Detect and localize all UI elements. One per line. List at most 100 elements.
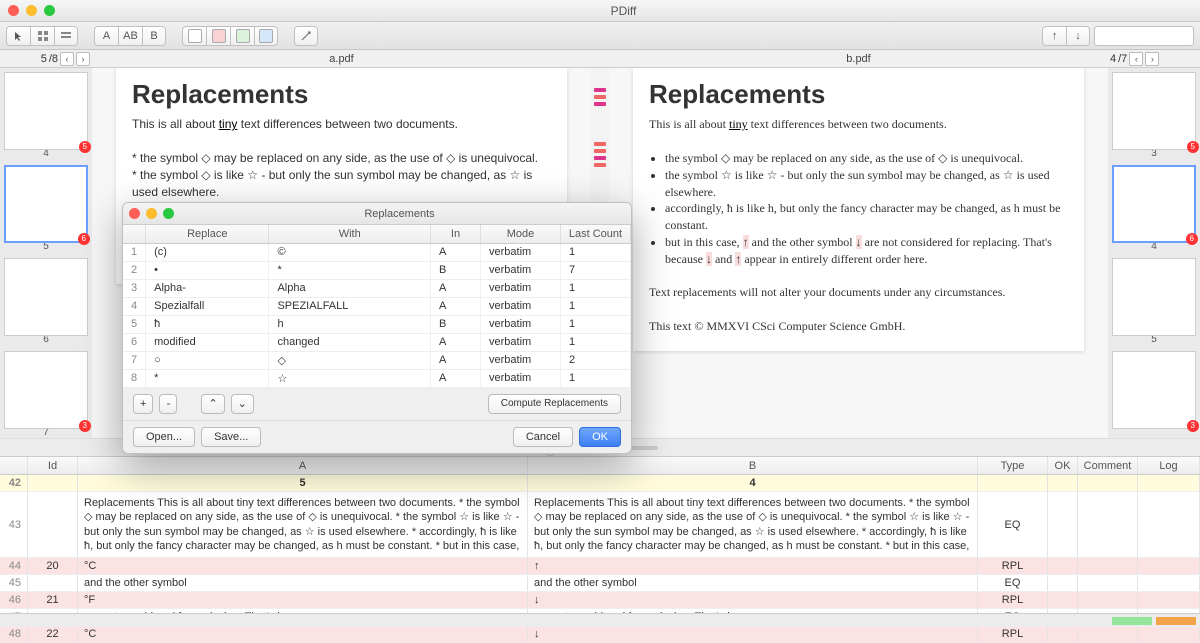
diff-row[interactable]: 45and the other symboland the other symb…: [0, 575, 1200, 592]
thumbnail[interactable]: 5: [1112, 72, 1196, 150]
replacement-row[interactable]: 5ħhBverbatim1: [123, 315, 631, 333]
bullet-line: the symbol ◇ may be replaced on any side…: [665, 150, 1068, 167]
bullet-line: the symbol ☆ is like ☆ - but only the su…: [665, 167, 1068, 201]
nav-down-button[interactable]: ↓: [1066, 26, 1090, 46]
diff-row[interactable]: 4621°F↓RPL: [0, 592, 1200, 609]
thumbnail[interactable]: 5: [4, 72, 88, 150]
thumbnail[interactable]: 6: [4, 165, 88, 243]
add-row-button[interactable]: +: [133, 394, 153, 414]
right-bullets: the symbol ◇ may be replaced on any side…: [649, 150, 1068, 268]
right-document-view[interactable]: Replacements This is all about tiny text…: [609, 68, 1108, 438]
status-bar: [0, 613, 1200, 627]
diff-badge: 3: [1187, 420, 1199, 432]
diff-row[interactable]: 43Replacements This is all about tiny te…: [0, 492, 1200, 558]
mode-a[interactable]: A: [94, 26, 118, 46]
zoom-window[interactable]: [44, 5, 55, 16]
thumbnail[interactable]: [4, 258, 88, 336]
diff-badge: 6: [1186, 233, 1198, 245]
swatch-white[interactable]: [182, 26, 206, 46]
color-square-icon: [259, 29, 273, 43]
tiny-link[interactable]: tiny: [729, 117, 748, 131]
window-controls: [8, 5, 55, 16]
color-square-icon: [236, 29, 250, 43]
left-page-title: Replacements: [132, 76, 551, 112]
remove-row-button[interactable]: -: [159, 394, 177, 414]
mode-b[interactable]: B: [142, 26, 166, 46]
thumbnail[interactable]: 3: [1112, 351, 1196, 429]
diff-row[interactable]: 4254: [0, 475, 1200, 492]
right-doc-name: b.pdf: [609, 53, 1108, 65]
left-doc-name: a.pdf: [92, 53, 591, 65]
search-input[interactable]: [1094, 26, 1194, 46]
diff-badge: 3: [79, 420, 91, 432]
diff-badge: 5: [1187, 141, 1199, 153]
right-prev-page[interactable]: ‹: [1129, 52, 1143, 66]
diff-row[interactable]: 4822°C↓RPL: [0, 626, 1200, 643]
color-square-icon: [212, 29, 226, 43]
diff-table-header: Id A B Type OK Comment Log: [0, 457, 1200, 475]
right-subtitle: This is all about tiny text differences …: [649, 116, 1068, 133]
right-page-number: 4: [1110, 53, 1116, 65]
minimize-window[interactable]: [26, 5, 37, 16]
thumbnail[interactable]: 3: [4, 351, 88, 429]
replacement-row[interactable]: 6modifiedchangedAverbatim1: [123, 333, 631, 351]
dialog-close[interactable]: [129, 208, 140, 219]
move-up-button[interactable]: ⌃: [201, 394, 224, 414]
window-title: PDiff: [55, 4, 1192, 18]
left-prev-page[interactable]: ‹: [60, 52, 74, 66]
dialog-zoom[interactable]: [163, 208, 174, 219]
thumbnail[interactable]: [1112, 258, 1196, 336]
compute-button[interactable]: Compute Replacements: [488, 394, 621, 414]
replacement-row[interactable]: 1(c)©Averbatim1: [123, 243, 631, 261]
ok-button[interactable]: OK: [579, 427, 621, 447]
color-square-icon: [188, 29, 202, 43]
grid-tool[interactable]: [30, 26, 54, 46]
left-page-total: /8: [49, 53, 58, 65]
right-page-total: /7: [1118, 53, 1127, 65]
thumbnail[interactable]: 6: [1112, 165, 1196, 243]
right-page: Replacements This is all about tiny text…: [633, 68, 1084, 351]
replacement-row[interactable]: 3Alpha-AlphaAverbatim1: [123, 279, 631, 297]
tiny-link[interactable]: tiny: [219, 117, 238, 131]
close-window[interactable]: [8, 5, 19, 16]
left-subtitle: This is all about tiny text differences …: [132, 116, 551, 133]
replacements-table[interactable]: Replace With In Mode Last Count 1(c)©Ave…: [123, 225, 631, 388]
dialog-title: Replacements: [174, 208, 625, 220]
status-orange: [1156, 617, 1196, 625]
open-button[interactable]: Open...: [133, 427, 195, 447]
titlebar: PDiff: [0, 0, 1200, 22]
pointer-tool[interactable]: [6, 26, 30, 46]
page-header-row: 5 /8 ‹ › a.pdf b.pdf 4 /7 ‹ ›: [0, 50, 1200, 68]
right-line5: Text replacements will not alter your do…: [649, 284, 1068, 301]
wand-tool[interactable]: [294, 26, 318, 46]
nav-up-button[interactable]: ↑: [1042, 26, 1066, 46]
diff-badge: 6: [78, 233, 90, 245]
cancel-button[interactable]: Cancel: [513, 427, 573, 447]
toolbar: A AB B ↑ ↓: [0, 22, 1200, 50]
right-next-page[interactable]: ›: [1145, 52, 1159, 66]
list-tool[interactable]: [54, 26, 78, 46]
status-green: [1112, 617, 1152, 625]
replacement-row[interactable]: 4SpezialfallSPEZIALFALLAverbatim1: [123, 297, 631, 315]
replacement-row[interactable]: 7○◇Averbatim2: [123, 351, 631, 369]
left-thumbnail-strip: 5465637: [0, 68, 92, 438]
bullet-line: but in this case, ↑ and the other symbol…: [665, 234, 1068, 268]
move-down-button[interactable]: ⌄: [231, 394, 254, 414]
swatch-pink[interactable]: [206, 26, 230, 46]
left-page-number: 5: [41, 53, 47, 65]
swatch-blue[interactable]: [254, 26, 278, 46]
bullet-line: accordingly, ħ is like h, but only the f…: [665, 200, 1068, 234]
diff-badge: 5: [79, 141, 91, 153]
left-next-page[interactable]: ›: [76, 52, 90, 66]
swatch-green[interactable]: [230, 26, 254, 46]
save-button[interactable]: Save...: [201, 427, 261, 447]
dialog-minimize[interactable]: [146, 208, 157, 219]
mode-ab[interactable]: AB: [118, 26, 142, 46]
color-swatches: [182, 26, 278, 46]
ab-mode-group: A AB B: [94, 26, 166, 46]
bullet-line: * the symbol ◇ is like ☆ - but only the …: [132, 167, 551, 201]
diff-row[interactable]: 4420°C↑RPL: [0, 558, 1200, 575]
replacement-row[interactable]: 2•*Bverbatim7: [123, 261, 631, 279]
replacement-row[interactable]: 8*☆Averbatim1: [123, 369, 631, 387]
right-thumbnail-strip: 536453: [1108, 68, 1200, 438]
